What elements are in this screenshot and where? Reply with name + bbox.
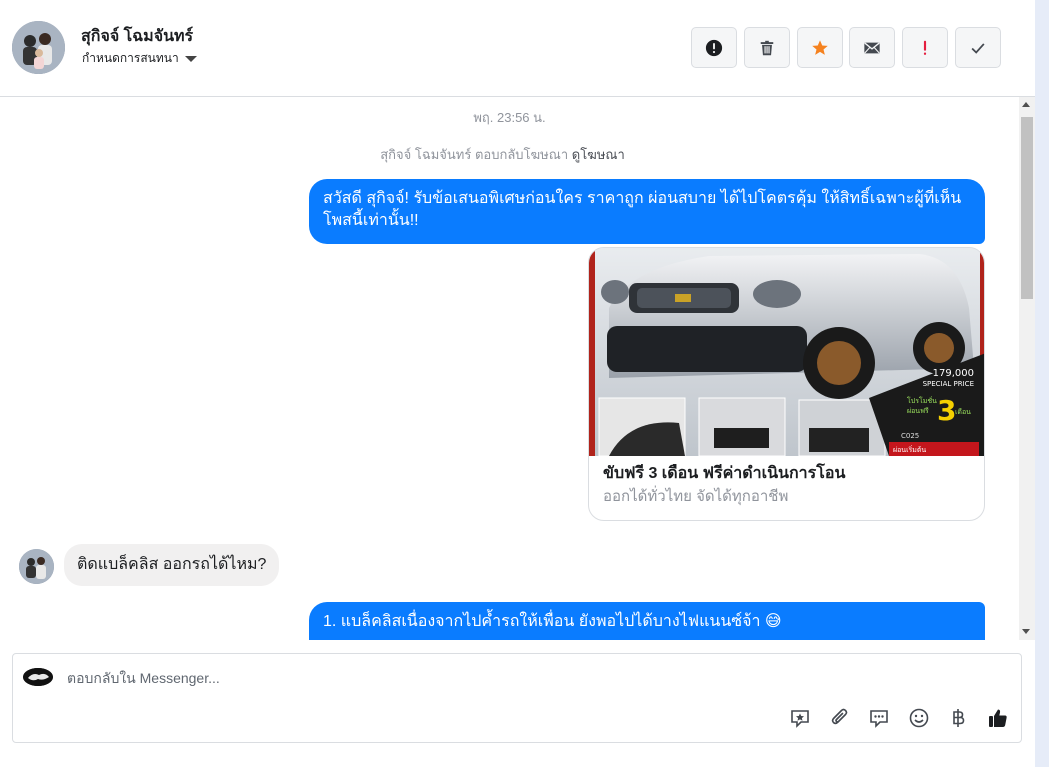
envelope-icon	[864, 42, 880, 53]
ad-reply-text: สุกิจจ์ โฉมจันทร์ ตอบกลับโฆษณา	[380, 147, 569, 162]
checkmark-icon	[971, 42, 985, 54]
message-timestamp: พฤ. 23:56 น.	[473, 110, 546, 125]
emoji-button[interactable]	[906, 706, 932, 730]
messenger-inbox-panel: สุกิจจ์ โฉมจันทร์ กำหนดการสนทนา พฤ. 23:5…	[0, 0, 1035, 767]
view-ad-link[interactable]: ดูโฆษณา	[572, 147, 625, 162]
mark-done-button[interactable]	[955, 27, 1001, 68]
customer-avatar[interactable]	[19, 549, 54, 584]
star-icon	[812, 39, 828, 55]
caret-down-icon	[184, 55, 197, 62]
ad-promo-number: 3	[937, 394, 956, 427]
ad-promo-unit: เดือน	[955, 408, 971, 416]
ad-badge-text: ผ่อนเริ่มต้น	[893, 445, 926, 454]
saved-reply-button[interactable]	[787, 706, 813, 730]
quick-reply-icon	[870, 710, 888, 728]
ad-card[interactable]: 179,000 SPECIAL PRICE โปรโมชั่น ผ่อนฟรี …	[588, 247, 985, 521]
scrollbar-thumb[interactable]	[1021, 117, 1033, 299]
mark-unread-button[interactable]	[849, 27, 895, 68]
saved-reply-icon	[791, 710, 809, 728]
ad-car-image: 179,000 SPECIAL PRICE โปรโมชั่น ผ่อนฟรี …	[589, 248, 984, 456]
ad-subtitle: ออกได้ทั่วไทย จัดได้ทุกอาชีพ	[603, 488, 789, 505]
reply-input[interactable]: ตอบกลับใน Messenger...	[67, 668, 220, 690]
page-logo	[23, 668, 53, 686]
incoming-message: ติดแบล็คลิส ออกรถได้ไหม?	[64, 544, 280, 586]
star-button[interactable]	[797, 27, 843, 68]
payment-button[interactable]	[945, 706, 971, 730]
ad-price-label: SPECIAL PRICE	[923, 380, 974, 388]
scroll-down-arrow-icon[interactable]	[1022, 629, 1030, 634]
reply-composer[interactable]: ตอบกลับใน Messenger...	[12, 653, 1022, 743]
exclamation-icon	[923, 40, 927, 55]
thumbs-up-icon	[989, 709, 1007, 727]
emoji-icon	[909, 708, 929, 728]
outgoing-message: สวัสดี สุกิจจ์! รับข้อเสนอพิเศษก่อนใคร ร…	[309, 179, 985, 244]
contact-avatar[interactable]	[12, 21, 65, 74]
conversation-settings-dropdown[interactable]: กำหนดการสนทนา	[82, 49, 197, 68]
ad-reply-note: สุกิจจ์ โฉมจันทร์ ตอบกลับโฆษณา ดูโฆษณา	[0, 144, 1005, 165]
mark-spam-button[interactable]	[691, 27, 737, 68]
alert-circle-icon	[705, 39, 723, 56]
ad-code-text: C025	[901, 432, 919, 440]
conversation-settings-label: กำหนดการสนทนา	[82, 51, 179, 65]
ad-price-text: 179,000	[933, 368, 974, 379]
follow-up-button[interactable]	[902, 27, 948, 68]
attach-button[interactable]	[827, 706, 853, 730]
scroll-up-arrow-icon[interactable]	[1022, 102, 1030, 107]
attachment-icon	[831, 708, 848, 725]
thread-scrollbar[interactable]	[1019, 97, 1035, 640]
like-button[interactable]	[985, 706, 1011, 730]
baht-icon	[953, 709, 965, 727]
conversation-header: สุกิจจ์ โฉมจันทร์ กำหนดการสนทนา	[0, 0, 1035, 97]
ad-promo-free: ผ่อนฟรี	[907, 407, 929, 415]
message-thread: พฤ. 23:56 น. สุกิจจ์ โฉมจันทร์ ตอบกลับโฆ…	[0, 97, 1019, 640]
contact-name[interactable]: สุกิจจ์ โฉมจันทร์	[81, 24, 193, 49]
ad-promo-prefix: โปรโมชั่น	[907, 396, 937, 405]
delete-button[interactable]	[744, 27, 790, 68]
outgoing-message: 1. แบล็คลิสเนื่องจากไปค้ำรถให้เพื่อน ยัง…	[309, 602, 985, 640]
quick-reply-button[interactable]	[866, 706, 892, 730]
ad-title: ขับฟรี 3 เดือน ฟรีค่าดำเนินการโอน	[603, 465, 846, 482]
window-edge	[1035, 0, 1049, 767]
trash-icon	[760, 40, 774, 55]
